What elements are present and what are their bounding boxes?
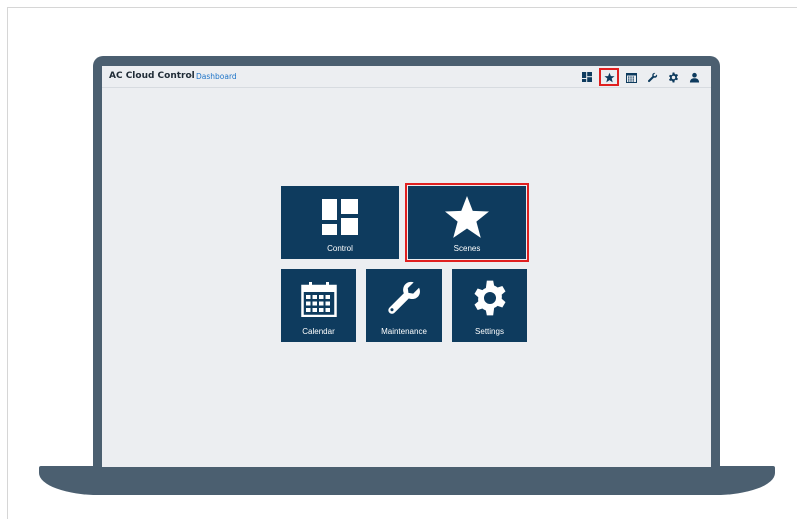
control-icon: [322, 199, 358, 235]
settings-icon[interactable]: [665, 69, 682, 85]
calendar-tile[interactable]: Calendar: [281, 269, 356, 342]
maintenance-label: Maintenance: [381, 327, 427, 336]
settings-label: Settings: [475, 327, 504, 336]
app-screen: AC Cloud Control - Dashboard Control Sce…: [102, 66, 711, 467]
top-bar: AC Cloud Control - Dashboard: [102, 66, 711, 88]
top-icon-bar: [578, 68, 703, 86]
calendar-label: Calendar: [302, 327, 335, 336]
settings-tile[interactable]: Settings: [452, 269, 527, 342]
scenes-tile[interactable]: Scenes: [405, 183, 529, 262]
scenes-label: Scenes: [453, 244, 481, 253]
title-separator: -: [189, 71, 193, 81]
control-icon[interactable]: [578, 69, 595, 85]
wrench-icon: [388, 281, 420, 314]
calendar-icon[interactable]: [623, 69, 640, 85]
calendar-icon: [300, 282, 337, 317]
star-icon: [445, 195, 489, 238]
user-icon[interactable]: [686, 69, 703, 85]
breadcrumb-dashboard[interactable]: Dashboard: [196, 72, 237, 81]
app-title: AC Cloud Control: [109, 71, 195, 81]
scenes-icon[interactable]: [599, 68, 619, 86]
maintenance-tile[interactable]: Maintenance: [366, 269, 442, 342]
control-tile[interactable]: Control: [281, 186, 399, 259]
gear-icon: [473, 280, 506, 316]
maintenance-icon[interactable]: [644, 69, 661, 85]
laptop-base: [39, 466, 775, 495]
control-label: Control: [327, 244, 353, 253]
